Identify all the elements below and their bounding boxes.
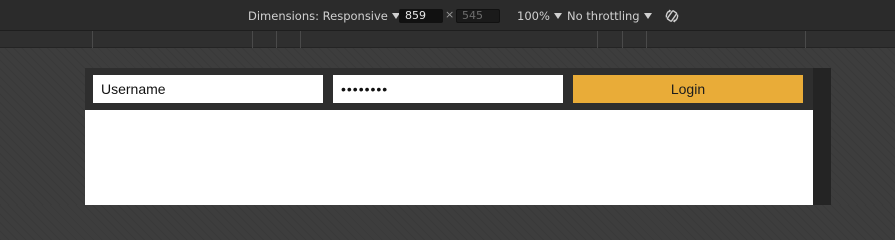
height-input[interactable]: 545 xyxy=(456,9,500,23)
times-separator: × xyxy=(445,8,455,21)
ruler-tick xyxy=(805,31,806,48)
login-bar: Username •••••••• Login xyxy=(85,68,813,110)
rotate-icon[interactable] xyxy=(664,8,680,24)
username-field[interactable]: Username xyxy=(93,75,323,103)
ruler-tick xyxy=(622,31,623,48)
throttling-dropdown[interactable]: No throttling xyxy=(567,8,652,24)
login-button[interactable]: Login xyxy=(573,75,803,103)
device-toolbar: Dimensions: Responsive 859 × 545 100% No… xyxy=(0,0,895,31)
scrollbar[interactable] xyxy=(813,68,831,205)
page-content xyxy=(85,110,813,205)
dimensions-dropdown[interactable]: Dimensions: Responsive xyxy=(248,8,400,24)
zoom-dropdown[interactable]: 100% xyxy=(517,8,562,24)
media-query-bar xyxy=(0,31,895,48)
ruler-tick xyxy=(252,31,253,48)
device-viewport: Username •••••••• Login xyxy=(85,68,831,205)
chevron-down-icon xyxy=(553,13,562,19)
zoom-label: 100% xyxy=(517,9,550,23)
dimensions-label: Dimensions: Responsive xyxy=(248,9,388,23)
throttling-label: No throttling xyxy=(567,9,640,23)
ruler-tick xyxy=(300,31,301,48)
chevron-down-icon xyxy=(643,13,652,19)
ruler-tick xyxy=(92,31,93,48)
ruler-tick xyxy=(597,31,598,48)
password-field[interactable]: •••••••• xyxy=(333,75,563,103)
ruler-tick xyxy=(276,31,277,48)
width-input[interactable]: 859 xyxy=(399,9,443,23)
ruler-tick xyxy=(646,31,647,48)
